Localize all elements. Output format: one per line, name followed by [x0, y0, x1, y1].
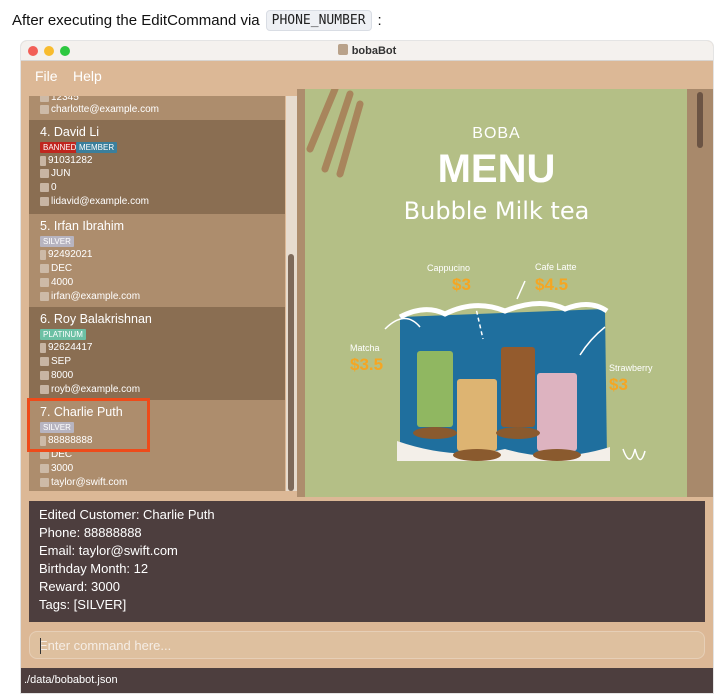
caption-prefix: After executing the EditCommand via [12, 12, 260, 29]
phone-icon [40, 249, 46, 260]
menu-poster-image: BOBA MENU Bubble Milk tea Cappucino $3 C… [305, 89, 688, 497]
poster-menu-title: MENU [437, 147, 556, 191]
result-line: Edited Customer: Charlie Puth [39, 507, 215, 522]
caption: After executing the EditCommand via PHON… [12, 10, 382, 31]
phone-icon [40, 96, 49, 102]
customer-email: irfan@example.com [40, 291, 140, 302]
email-icon [40, 197, 49, 206]
customer-reward: 8000 [40, 370, 73, 381]
phone-icon [40, 155, 46, 166]
customer-phone: 91031282 [40, 155, 93, 166]
result-line: Email: taylor@swift.com [39, 543, 178, 558]
tag-badge: BANNED [40, 142, 80, 153]
customer-reward: 4000 [40, 277, 73, 288]
status-file-path: ./data/bobabot.json [24, 674, 118, 686]
result-line: Birthday Month: 12 [39, 561, 149, 576]
tag-badge: PLATINUM [40, 329, 86, 340]
email-icon [40, 105, 49, 114]
customer-month: JUN [40, 168, 70, 179]
panel-divider [297, 89, 305, 497]
command-box[interactable] [29, 631, 705, 659]
menu-bar: File Help [21, 62, 713, 89]
customer-month: DEC [40, 263, 72, 274]
title-bar: bobaBot [21, 41, 713, 61]
result-line: Phone: 88888888 [39, 525, 142, 540]
customer-email: lidavid@example.com [40, 196, 149, 207]
customer-name: 5. Irfan Ibrahim [40, 219, 125, 233]
highlight-box [27, 398, 150, 452]
window-title-text: bobaBot [351, 45, 397, 57]
window-title: bobaBot [21, 44, 713, 57]
drink-name: Matcha [350, 343, 380, 353]
customer-reward: 3000 [40, 463, 73, 474]
email-icon [40, 478, 49, 487]
drink-name: Cafe Latte [535, 262, 577, 272]
tag-badge: SILVER [40, 236, 74, 247]
customer-card[interactable]: 4. David Li BANNED MEMBER 91031282 JUN 0… [29, 120, 285, 214]
gift-icon [40, 278, 49, 287]
customer-month: SEP [40, 356, 71, 367]
drink-price: $3 [452, 275, 471, 294]
poster-scroll-thumb[interactable] [697, 92, 703, 148]
email-icon [40, 385, 49, 394]
gift-icon [40, 183, 49, 192]
caption-code: PHONE_NUMBER [265, 10, 372, 31]
customer-phone: 92624417 [40, 342, 93, 353]
drink-price: $3.5 [350, 355, 384, 374]
customer-card[interactable]: 5. Irfan Ibrahim SILVER 92492021 DEC 400… [29, 214, 285, 307]
menu-help[interactable]: Help [73, 68, 102, 84]
customer-name: 4. David Li [40, 125, 100, 139]
customer-card-partial[interactable]: 12345 charlotte@example.com [29, 96, 285, 120]
customer-email: taylor@swift.com [40, 477, 127, 488]
customer-name: 6. Roy Balakrishnan [40, 312, 152, 326]
gift-icon [40, 464, 49, 473]
poster-scrollbar[interactable] [687, 89, 713, 497]
customer-phone: 92492021 [40, 249, 93, 260]
command-input[interactable] [30, 632, 704, 658]
poster-boba-text: BOBA [472, 125, 521, 142]
poster-subtitle: Bubble Milk tea [403, 197, 590, 225]
cake-icon [40, 169, 49, 178]
drink-price: $3 [609, 375, 628, 394]
cake-icon [40, 357, 49, 366]
tag-badge: MEMBER [76, 142, 118, 153]
drink-price: $4.5 [535, 275, 569, 294]
result-line: Reward: 3000 [39, 579, 120, 594]
menu-file[interactable]: File [35, 68, 58, 84]
result-line: Tags: [SILVER] [39, 597, 127, 612]
gift-icon [40, 371, 49, 380]
customer-list-scrollbar[interactable] [286, 96, 297, 491]
email-icon [40, 292, 49, 301]
customer-email: royb@example.com [40, 384, 140, 395]
customer-reward: 0 [40, 182, 57, 193]
caption-suffix: : [377, 12, 382, 29]
customer-card[interactable]: 6. Roy Balakrishnan PLATINUM 92624417 SE… [29, 307, 285, 400]
result-display: Edited Customer: Charlie Puth Phone: 888… [29, 501, 705, 622]
customer-email: charlotte@example.com [40, 104, 159, 115]
customer-list-scroll-thumb[interactable] [288, 254, 294, 491]
cake-icon [40, 264, 49, 273]
text-caret [40, 638, 41, 654]
app-window: bobaBot File Help 12345 charlotte@exampl… [21, 41, 713, 693]
customer-phone: 12345 [40, 96, 79, 103]
app-icon [337, 44, 348, 55]
drink-name: Strawberry [609, 363, 653, 373]
status-bar: ./data/bobabot.json [21, 668, 713, 693]
drink-name: Cappucino [427, 263, 471, 273]
phone-icon [40, 342, 46, 353]
